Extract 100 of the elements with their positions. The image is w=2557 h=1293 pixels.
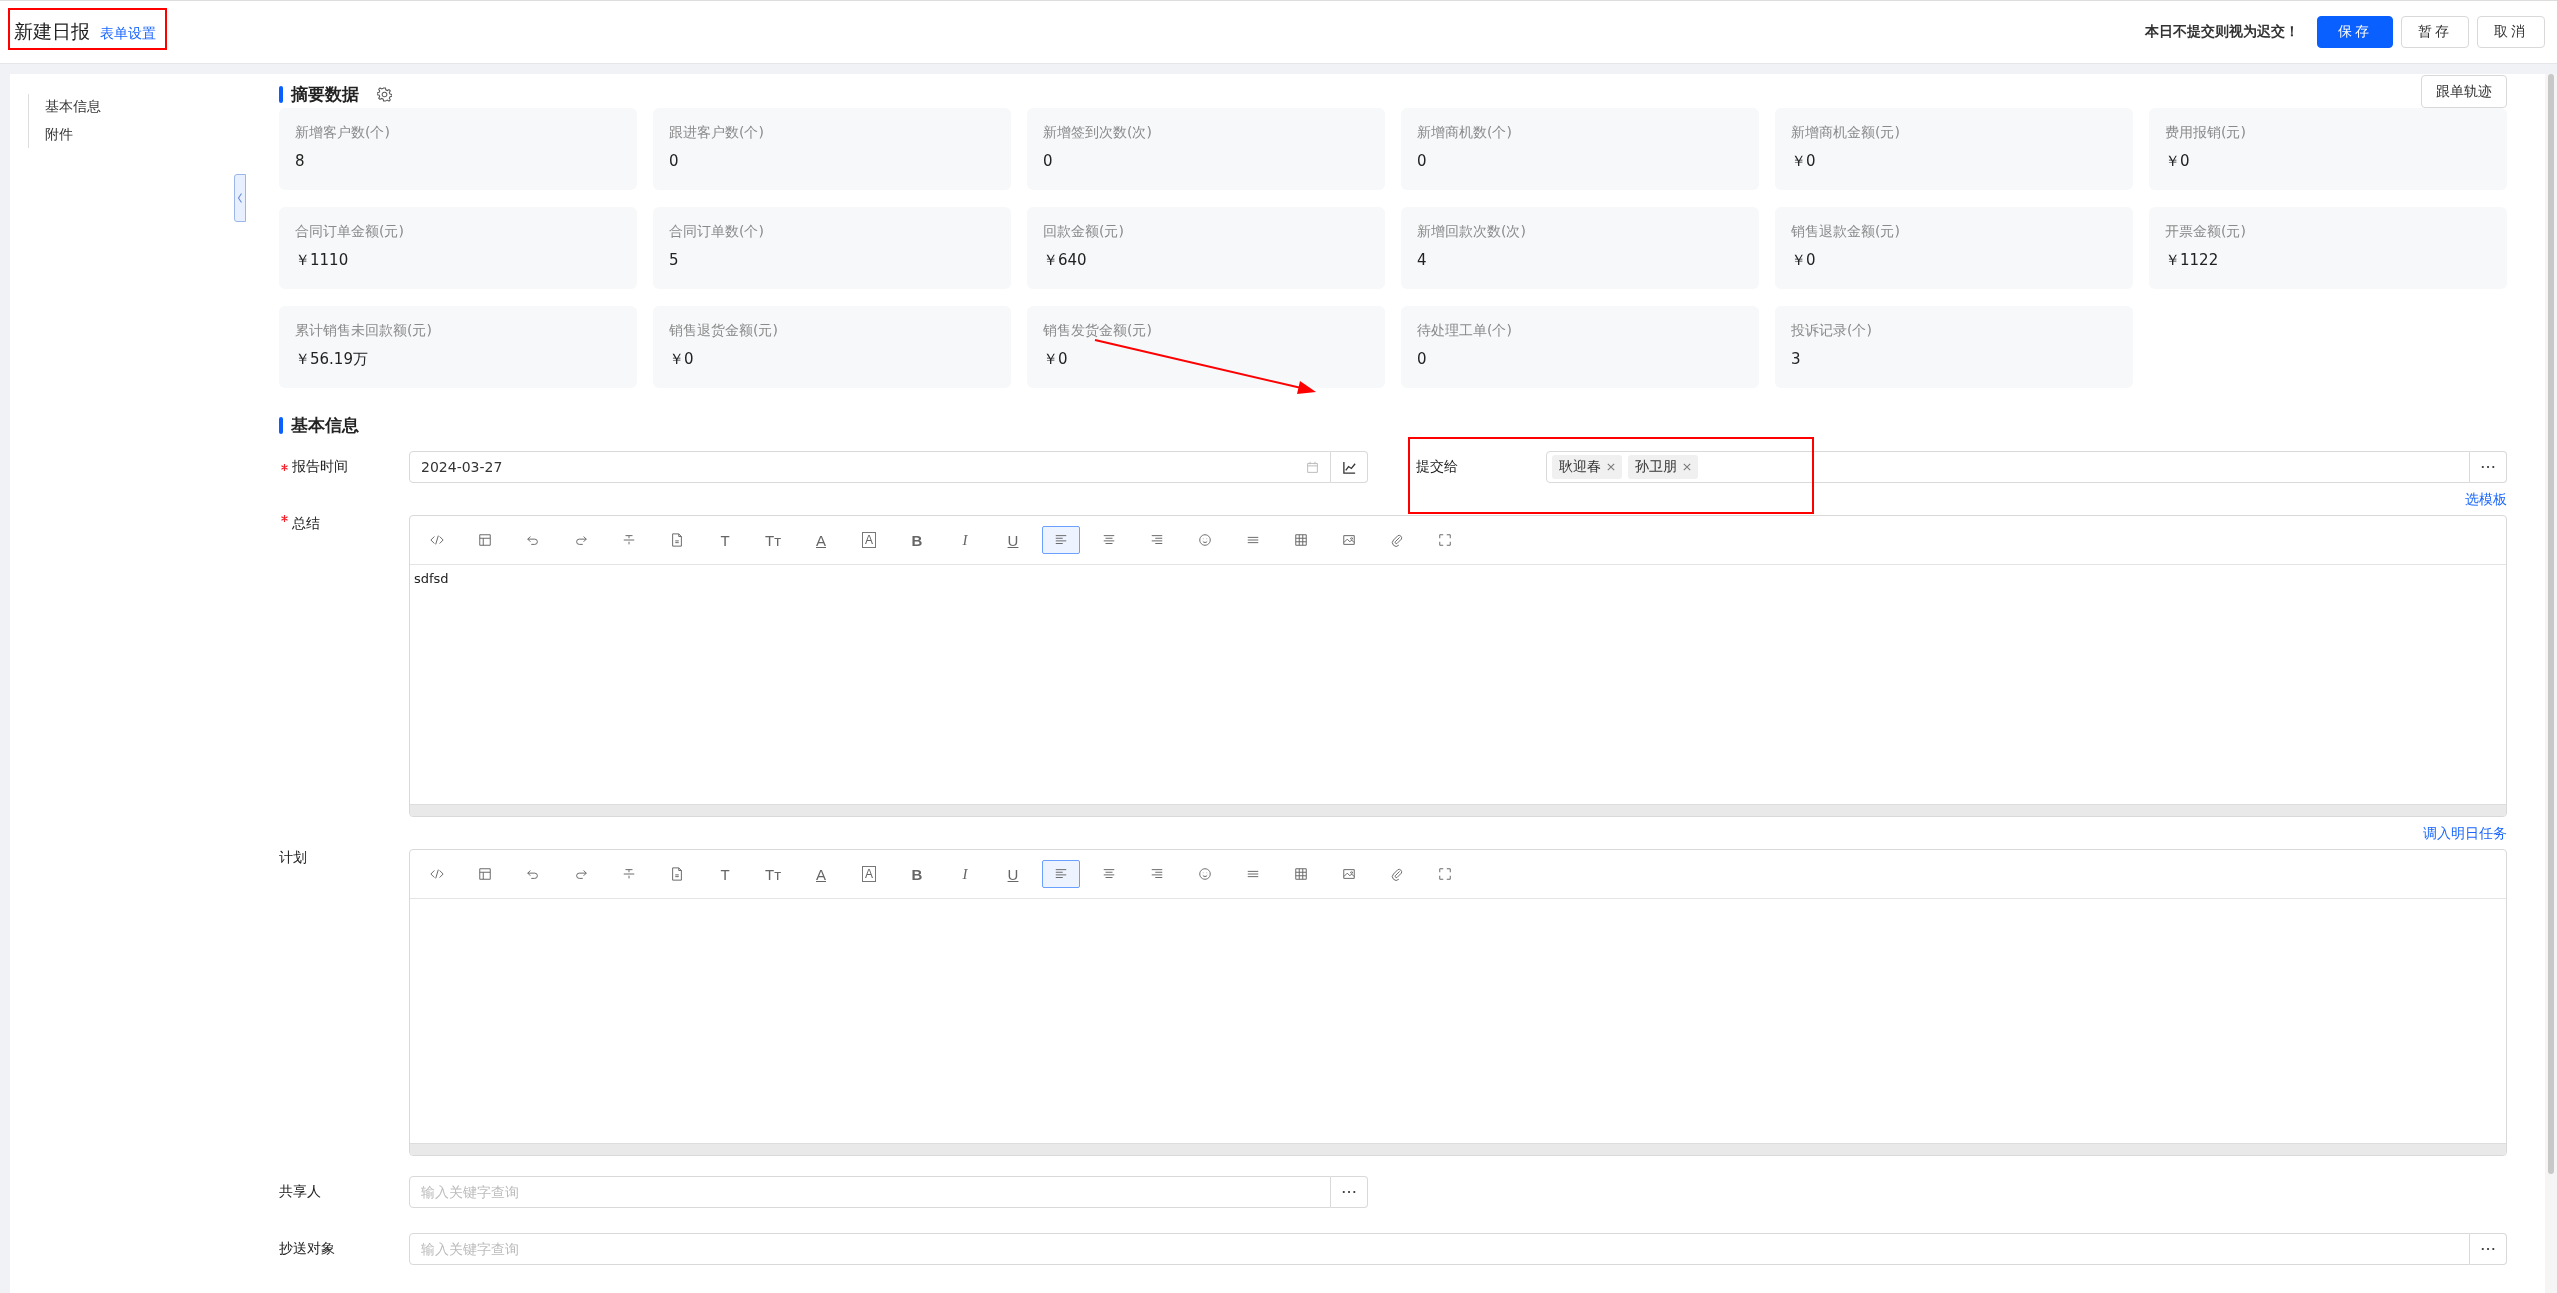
file-icon bbox=[670, 867, 684, 881]
form-settings-link[interactable]: 表单设置 bbox=[100, 25, 156, 43]
header-button[interactable]: 保存 bbox=[2317, 16, 2393, 48]
header-button[interactable]: 取消 bbox=[2477, 16, 2545, 48]
more-icon bbox=[2481, 1247, 2495, 1251]
stat-value: ￥0 bbox=[2165, 152, 2191, 171]
sharers-field[interactable]: 输入关键字查询 bbox=[409, 1176, 1331, 1208]
stat-value: 0 bbox=[1417, 152, 1428, 170]
table-icon bbox=[1294, 533, 1308, 547]
emoji-icon bbox=[1198, 867, 1212, 881]
section-title: 摘要数据 bbox=[291, 83, 359, 106]
close-icon[interactable] bbox=[1607, 463, 1615, 471]
field-label: 总结 bbox=[292, 515, 320, 533]
sidebar-item[interactable]: 附件 bbox=[45, 126, 246, 144]
header-button[interactable]: 暂存 bbox=[2401, 16, 2469, 48]
sidebar-item[interactable]: 基本信息 bbox=[45, 98, 246, 116]
toolbar-button[interactable]: U bbox=[994, 860, 1032, 888]
file-icon bbox=[670, 533, 684, 547]
strike-icon bbox=[622, 533, 636, 547]
settings-icon[interactable] bbox=[377, 87, 392, 102]
code-icon bbox=[430, 533, 444, 547]
stat-value: ￥1110 bbox=[295, 251, 350, 270]
stat-label: 新增签到次数(次) bbox=[1043, 124, 1153, 142]
toolbar-button[interactable]: I bbox=[946, 860, 984, 888]
recipient-tag: 耿迎春 bbox=[1552, 455, 1622, 479]
late-notice: 本日不提交则视为迟交！ bbox=[2145, 23, 2299, 41]
table-icon bbox=[1294, 867, 1308, 881]
close-icon[interactable] bbox=[1683, 463, 1691, 471]
stat-value: 3 bbox=[1791, 350, 1802, 368]
cc-field[interactable]: 输入关键字查询 bbox=[409, 1233, 2470, 1265]
toolbar-button[interactable]: A bbox=[850, 860, 888, 888]
toolbar-button[interactable]: A bbox=[850, 526, 888, 554]
required-icon bbox=[281, 463, 288, 471]
align-right-icon bbox=[1150, 867, 1164, 881]
undo-icon bbox=[526, 533, 540, 547]
scrollbar[interactable] bbox=[2545, 74, 2557, 1293]
collapse-handle[interactable] bbox=[234, 174, 246, 222]
undo-icon bbox=[526, 867, 540, 881]
more-icon bbox=[2481, 465, 2495, 469]
stat-value: 8 bbox=[295, 152, 306, 170]
stat-label: 待处理工单(个) bbox=[1417, 322, 1513, 340]
template-icon bbox=[478, 533, 492, 547]
template-icon bbox=[478, 867, 492, 881]
align-left-icon bbox=[1054, 533, 1068, 547]
stat-label: 销售退款金额(元) bbox=[1791, 223, 1901, 241]
editor-content[interactable]: sdfsd bbox=[410, 565, 2506, 804]
recipient-tag: 孙卫朋 bbox=[1628, 455, 1698, 479]
stat-value: ￥0 bbox=[1791, 152, 1817, 171]
stat-label: 新增商机数(个) bbox=[1417, 124, 1513, 142]
fullscreen-icon bbox=[1438, 533, 1452, 547]
chart-button[interactable] bbox=[1331, 451, 1368, 483]
stat-value: ￥0 bbox=[1043, 350, 1069, 369]
toolbar-button[interactable]: A bbox=[802, 526, 840, 554]
stat-label: 跟进客户数(个) bbox=[669, 124, 765, 142]
stat-value: 0 bbox=[1043, 152, 1054, 170]
stat-value: 0 bbox=[669, 152, 680, 170]
fullscreen-icon bbox=[1438, 867, 1452, 881]
toolbar-button[interactable]: T bbox=[706, 526, 744, 554]
toolbar-button[interactable]: T bbox=[706, 860, 744, 888]
choose-template-link[interactable]: 选模板 bbox=[2465, 491, 2507, 509]
toolbar-button[interactable]: B bbox=[898, 860, 936, 888]
code-icon bbox=[430, 867, 444, 881]
toolbar-button[interactable] bbox=[1042, 526, 1080, 554]
recipient-field[interactable]: 耿迎春 孙卫朋 bbox=[1546, 451, 2470, 483]
stat-value: 4 bbox=[1417, 251, 1428, 269]
stat-label: 合同订单数(个) bbox=[669, 223, 765, 241]
image-icon bbox=[1342, 533, 1356, 547]
stat-label: 开票金额(元) bbox=[2165, 223, 2247, 241]
field-label: 共享人 bbox=[279, 1183, 321, 1201]
stat-label: 销售发货金额(元) bbox=[1043, 322, 1153, 340]
field-label: 抄送对象 bbox=[279, 1240, 335, 1258]
stat-label: 销售退货金额(元) bbox=[669, 322, 779, 340]
toolbar-button[interactable]: Tт bbox=[754, 860, 792, 888]
align-right-icon bbox=[1150, 533, 1164, 547]
stat-value: ￥0 bbox=[669, 350, 695, 369]
stat-value: ￥0 bbox=[1791, 251, 1817, 270]
toolbar-button[interactable]: A bbox=[802, 860, 840, 888]
toolbar-button[interactable] bbox=[1042, 860, 1080, 888]
editor-text: sdfsd bbox=[414, 571, 449, 586]
redo-icon bbox=[574, 867, 588, 881]
field-label: 提交给 bbox=[1416, 458, 1458, 476]
date-field[interactable]: 2024-03-27 bbox=[409, 451, 1331, 483]
align-center-icon bbox=[1102, 533, 1116, 547]
toolbar-button[interactable]: B bbox=[898, 526, 936, 554]
stat-value: ￥1122 bbox=[2165, 251, 2220, 270]
page-title: 新建日报 bbox=[14, 19, 90, 44]
toolbar-button[interactable]: I bbox=[946, 526, 984, 554]
stat-label: 投诉记录(个) bbox=[1791, 322, 1873, 340]
stat-label: 新增商机金额(元) bbox=[1791, 124, 1901, 142]
toolbar-button[interactable]: Tт bbox=[754, 526, 792, 554]
stat-label: 费用报销(元) bbox=[2165, 124, 2247, 142]
import-tasks-link[interactable]: 调入明日任务 bbox=[2423, 825, 2507, 843]
align-left-icon bbox=[1054, 867, 1068, 881]
attach-icon bbox=[1390, 533, 1404, 547]
field-label: 报告时间 bbox=[292, 458, 348, 476]
stat-label: 累计销售未回款额(元) bbox=[295, 322, 433, 340]
calendar-icon bbox=[1306, 460, 1319, 474]
section-title: 基本信息 bbox=[291, 414, 359, 437]
track-button[interactable]: 跟单轨迹 bbox=[2421, 75, 2507, 108]
toolbar-button[interactable]: U bbox=[994, 526, 1032, 554]
